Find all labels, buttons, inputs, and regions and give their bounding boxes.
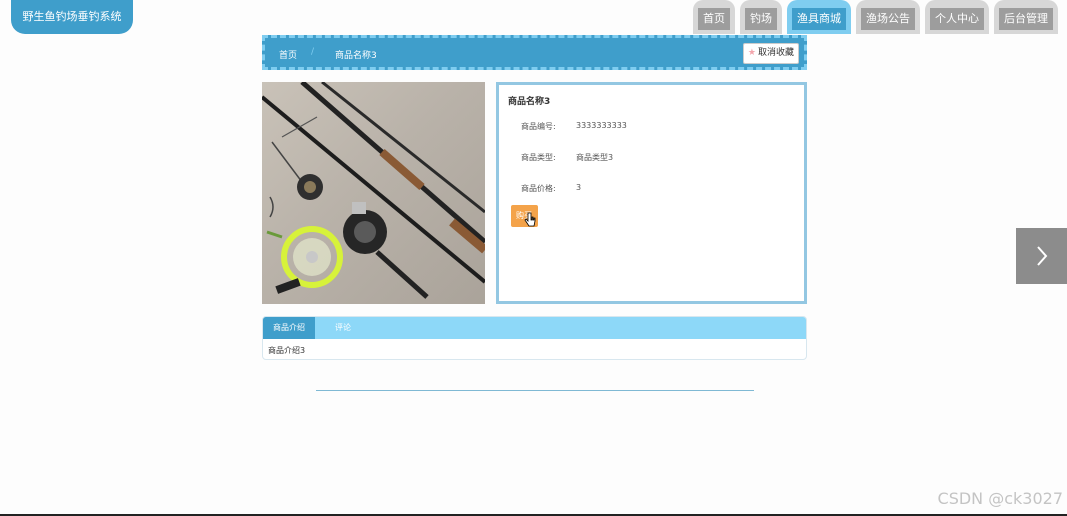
breadcrumb-separator: / <box>311 47 315 57</box>
footer-divider <box>316 390 754 391</box>
fishing-gear-illustration <box>262 82 485 299</box>
product-code-value: 3333333333 <box>576 121 627 130</box>
watermark: CSDN @ck3027 <box>937 489 1063 508</box>
tab-product-intro[interactable]: 商品介绍 <box>263 317 315 339</box>
nav-tackle-shop[interactable]: 渔具商城 <box>787 0 851 34</box>
next-arrow-button[interactable] <box>1016 228 1067 284</box>
breadcrumb: 首页 / 商品名称3 ★ 取消收藏 <box>262 35 807 70</box>
nav-admin[interactable]: 后台管理 <box>994 0 1058 34</box>
unfavorite-label: 取消收藏 <box>757 48 794 58</box>
top-nav: 首页 钓场 渔具商城 渔场公告 个人中心 后台管理 <box>693 0 1058 34</box>
product-title: 商品名称3 <box>508 97 551 107</box>
nav-personal-center[interactable]: 个人中心 <box>925 0 989 34</box>
product-price-value: 3 <box>576 183 582 192</box>
product-image <box>262 82 485 304</box>
tab-bar: 商品介绍 评论 <box>263 317 806 339</box>
tab-comments[interactable]: 评论 <box>335 317 351 339</box>
hand-cursor-icon <box>524 212 536 227</box>
nav-fishing-spots[interactable]: 钓场 <box>740 0 782 34</box>
unfavorite-button[interactable]: ★ 取消收藏 <box>742 43 799 64</box>
nav-home-label: 首页 <box>698 8 730 30</box>
nav-home[interactable]: 首页 <box>693 0 735 34</box>
product-price-label: 商品价格: <box>521 184 556 193</box>
nav-fishing-spots-label: 钓场 <box>745 8 777 30</box>
product-detail-card: 商品名称3 商品编号: 3333333333 商品类型: 商品类型3 商品价格:… <box>496 82 807 304</box>
product-tabs: 商品介绍 评论 商品介绍3 <box>262 316 807 360</box>
nav-tackle-shop-label: 渔具商城 <box>792 8 846 30</box>
app-logo-title[interactable]: 野生鱼钓场垂钓系统 <box>11 0 133 34</box>
nav-announcements-label: 渔场公告 <box>861 8 915 30</box>
product-code-label: 商品编号: <box>521 122 556 131</box>
nav-admin-label: 后台管理 <box>999 8 1053 30</box>
breadcrumb-home[interactable]: 首页 <box>279 48 297 61</box>
nav-personal-center-label: 个人中心 <box>930 8 984 30</box>
product-type-value: 商品类型3 <box>576 153 614 162</box>
star-icon: ★ <box>747 48 756 58</box>
nav-announcements[interactable]: 渔场公告 <box>856 0 920 34</box>
tab-content-text: 商品介绍3 <box>268 346 306 355</box>
breadcrumb-current: 商品名称3 <box>335 51 377 61</box>
product-type-label: 商品类型: <box>521 153 556 162</box>
chevron-right-icon <box>1036 246 1047 266</box>
